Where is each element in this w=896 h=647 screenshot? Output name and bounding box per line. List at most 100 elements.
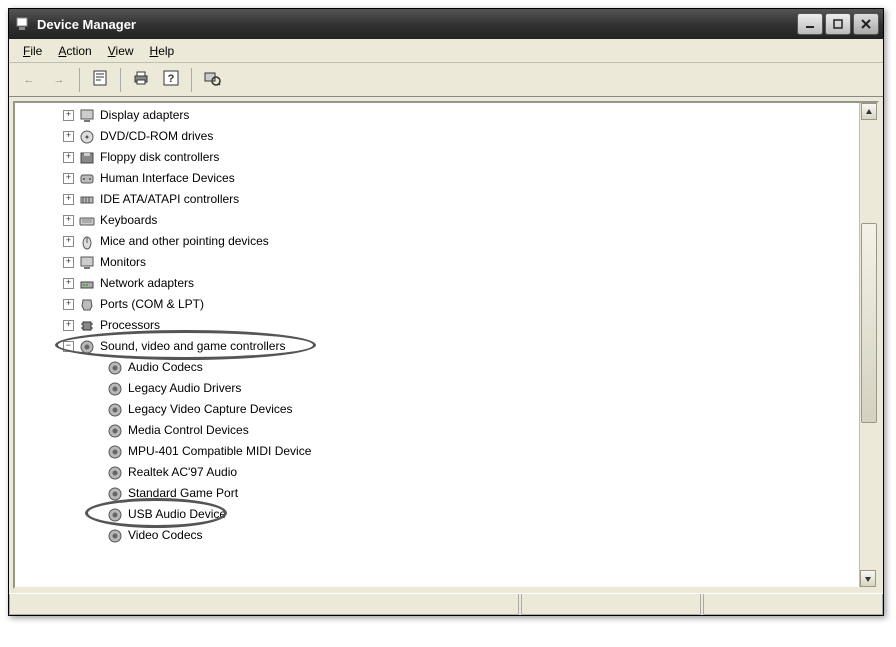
tree-node[interactable]: + Mice and other pointing devices (19, 231, 859, 252)
scroll-up-button[interactable] (861, 103, 877, 120)
sound-icon (106, 506, 124, 524)
tree-node[interactable]: + Monitors (19, 252, 859, 273)
disc-icon (78, 128, 96, 146)
menu-view[interactable]: View (100, 42, 142, 60)
tree-node-label: Ports (COM & LPT) (100, 294, 204, 315)
tree-node[interactable]: Realtek AC'97 Audio (19, 462, 859, 483)
menubar: File Action View Help (9, 39, 883, 63)
menu-action[interactable]: Action (50, 42, 99, 60)
tree-node[interactable]: Video Codecs (19, 525, 859, 546)
titlebar[interactable]: Device Manager (9, 9, 883, 39)
expand-icon[interactable]: + (63, 110, 74, 121)
expand-icon[interactable]: + (63, 194, 74, 205)
toolbar-separator (120, 68, 121, 92)
scan-hardware-button[interactable] (198, 66, 226, 94)
properties-button[interactable] (86, 66, 114, 94)
tree-node-label: Media Control Devices (128, 420, 249, 441)
tree-node-label: Standard Game Port (128, 483, 238, 504)
toolbar: ← → ? (9, 63, 883, 97)
expand-icon[interactable]: + (63, 320, 74, 331)
device-tree[interactable]: + Display adapters + DVD/CD-ROM drives + Flop… (15, 103, 859, 587)
tree-node[interactable]: + Keyboards (19, 210, 859, 231)
tree-node[interactable]: + Processors (19, 315, 859, 336)
tree-node-label: DVD/CD-ROM drives (100, 126, 213, 147)
tree-node[interactable]: + Network adapters (19, 273, 859, 294)
toolbar-separator (79, 68, 80, 92)
help-button[interactable]: ? (157, 66, 185, 94)
monitor-icon (78, 254, 96, 272)
floppy-icon (78, 149, 96, 167)
tree-node-label: Keyboards (100, 210, 157, 231)
tree-node[interactable]: + Ports (COM & LPT) (19, 294, 859, 315)
sound-icon (106, 443, 124, 461)
sound-icon (78, 338, 96, 356)
vertical-scrollbar[interactable] (859, 103, 877, 587)
menu-help[interactable]: Help (142, 42, 183, 60)
scroll-down-button[interactable] (860, 570, 876, 587)
tree-node[interactable]: Legacy Audio Drivers (19, 378, 859, 399)
expand-icon[interactable]: + (63, 299, 74, 310)
menu-file[interactable]: File (15, 42, 50, 60)
tree-node-label: Monitors (100, 252, 146, 273)
toolbar-separator (191, 68, 192, 92)
maximize-button[interactable] (825, 13, 851, 35)
monitor-icon (78, 107, 96, 125)
scan-icon (203, 69, 221, 90)
tree-node[interactable]: Legacy Video Capture Devices (19, 399, 859, 420)
minimize-button[interactable] (797, 13, 823, 35)
sound-icon (106, 464, 124, 482)
app-icon (15, 16, 31, 32)
ide-icon (78, 191, 96, 209)
back-button[interactable]: ← (15, 66, 43, 94)
collapse-icon[interactable]: − (63, 341, 74, 352)
sound-icon (106, 359, 124, 377)
tree-node[interactable]: Audio Codecs (19, 357, 859, 378)
expand-icon[interactable]: + (63, 131, 74, 142)
expand-icon[interactable]: + (63, 257, 74, 268)
sound-icon (106, 527, 124, 545)
tree-node[interactable]: Standard Game Port (19, 483, 859, 504)
arrow-right-icon: → (54, 74, 65, 86)
expand-icon[interactable]: + (63, 152, 74, 163)
scroll-thumb[interactable] (861, 223, 877, 423)
tree-node-label: Realtek AC'97 Audio (128, 462, 237, 483)
tree-node[interactable]: + Display adapters (19, 105, 859, 126)
window-title: Device Manager (37, 17, 797, 32)
tree-node[interactable]: MPU-401 Compatible MIDI Device (19, 441, 859, 462)
tree-node[interactable]: USB Audio Device (19, 504, 859, 525)
print-button[interactable] (127, 66, 155, 94)
expand-icon[interactable]: + (63, 215, 74, 226)
tree-node-label: Human Interface Devices (100, 168, 235, 189)
tree-node-label: Mice and other pointing devices (100, 231, 269, 252)
sound-icon (106, 485, 124, 503)
tree-node[interactable]: + Floppy disk controllers (19, 147, 859, 168)
cpu-icon (78, 317, 96, 335)
tree-node-label: Legacy Video Capture Devices (128, 399, 293, 420)
arrow-left-icon: ← (24, 74, 35, 86)
sound-icon (106, 422, 124, 440)
expand-icon[interactable]: + (63, 278, 74, 289)
tree-node[interactable]: + DVD/CD-ROM drives (19, 126, 859, 147)
tree-node-label: Network adapters (100, 273, 194, 294)
expand-icon[interactable]: + (63, 173, 74, 184)
tree-node-label: Audio Codecs (128, 357, 203, 378)
tree-node-label: Floppy disk controllers (100, 147, 219, 168)
device-tree-pane: + Display adapters + DVD/CD-ROM drives + Flop… (13, 101, 879, 589)
device-manager-window: Device Manager File Action View Help ← → (8, 8, 884, 616)
tree-node[interactable]: − Sound, video and game controllers (19, 336, 859, 357)
network-icon (78, 275, 96, 293)
tree-node[interactable]: Media Control Devices (19, 420, 859, 441)
expand-icon[interactable]: + (63, 236, 74, 247)
tree-node[interactable]: + Human Interface Devices (19, 168, 859, 189)
status-cell (521, 594, 701, 615)
sound-icon (106, 380, 124, 398)
tree-node-label: Processors (100, 315, 160, 336)
close-button[interactable] (853, 13, 879, 35)
port-icon (78, 296, 96, 314)
mouse-icon (78, 233, 96, 251)
tree-node-label: Sound, video and game controllers (100, 336, 285, 357)
properties-icon (91, 69, 109, 90)
tree-node[interactable]: +IDE ATA/ATAPI controllers (19, 189, 859, 210)
tree-node-label: Display adapters (100, 105, 189, 126)
forward-button[interactable]: → (45, 66, 73, 94)
